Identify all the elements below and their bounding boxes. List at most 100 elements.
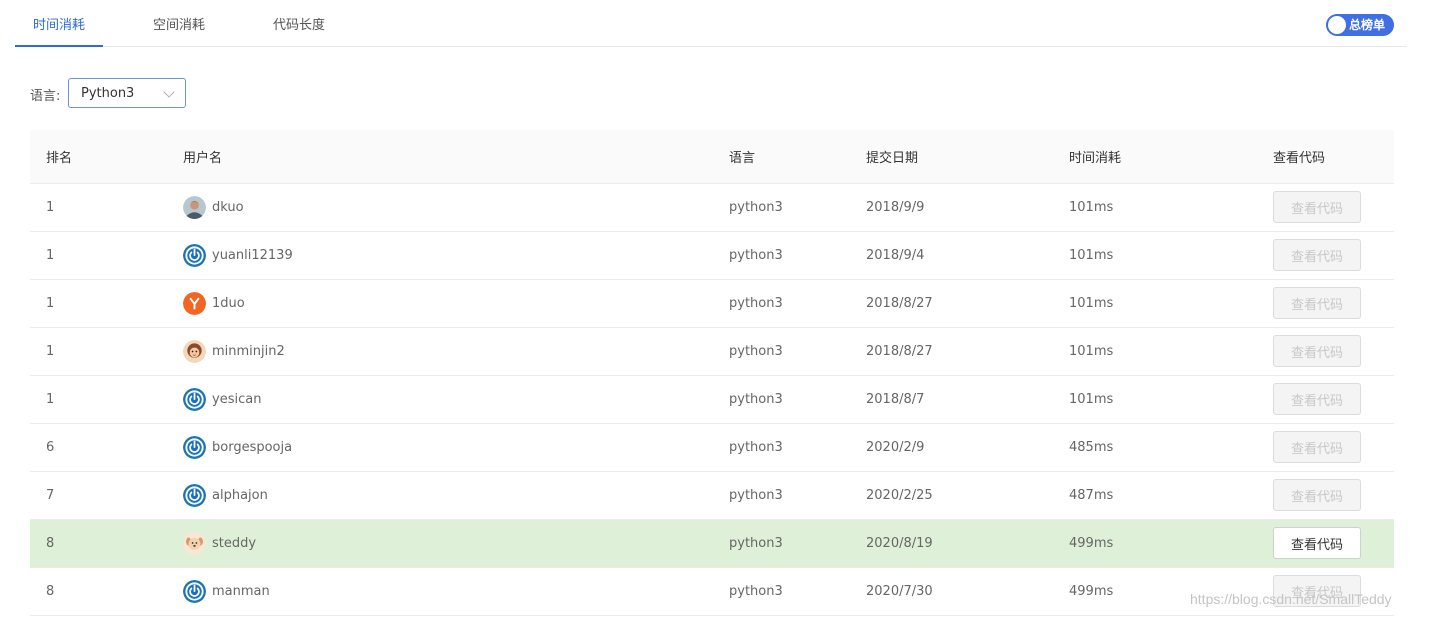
user-info: dkuo bbox=[183, 195, 713, 219]
username-cell: dkuo bbox=[167, 183, 713, 232]
header-view-code: 查看代码 bbox=[1257, 130, 1394, 184]
action-cell: 查看代码 bbox=[1257, 519, 1394, 568]
username-cell: yesican bbox=[167, 375, 713, 424]
view-code-button[interactable]: 查看代码 bbox=[1273, 527, 1361, 559]
username-cell: 1duo bbox=[167, 279, 713, 328]
avatar bbox=[183, 579, 206, 603]
date-cell: 2018/8/7 bbox=[850, 375, 1053, 424]
date-cell: 2020/7/30 bbox=[850, 567, 1053, 616]
language-cell: python3 bbox=[713, 471, 850, 520]
language-cell: python3 bbox=[713, 231, 850, 280]
username-cell: manman bbox=[167, 567, 713, 616]
view-code-button[interactable]: 查看代码 bbox=[1273, 575, 1361, 607]
tab-code-length[interactable]: 代码长度 bbox=[257, 0, 341, 46]
user-info: yesican bbox=[183, 387, 713, 411]
language-filter-label: 语言: bbox=[30, 89, 61, 104]
header-time-cost: 时间消耗 bbox=[1053, 130, 1257, 184]
ranking-table: 排名 用户名 语言 提交日期 时间消耗 查看代码 1 dkuo python3 201… bbox=[30, 130, 1394, 616]
view-code-button[interactable]: 查看代码 bbox=[1273, 335, 1361, 367]
avatar bbox=[183, 195, 206, 219]
view-code-button[interactable]: 查看代码 bbox=[1273, 479, 1361, 511]
action-cell: 查看代码 bbox=[1257, 231, 1394, 280]
table-row: 1 minminjin2 python3 2018/8/27 101ms 查看代码 bbox=[30, 327, 1394, 376]
table-row: 1 yuanli12139 python3 2018/9/4 101ms 查看代码 bbox=[30, 231, 1394, 280]
time-cell: 101ms bbox=[1053, 327, 1257, 376]
rank-cell: 7 bbox=[30, 471, 167, 520]
time-cell: 101ms bbox=[1053, 183, 1257, 232]
action-cell: 查看代码 bbox=[1257, 375, 1394, 424]
language-cell: python3 bbox=[713, 375, 850, 424]
avatar bbox=[183, 531, 206, 555]
header-username: 用户名 bbox=[167, 130, 713, 184]
view-code-button[interactable]: 查看代码 bbox=[1273, 191, 1361, 223]
view-code-button[interactable]: 查看代码 bbox=[1273, 287, 1361, 319]
view-code-button[interactable]: 查看代码 bbox=[1273, 431, 1361, 463]
user-info: borgespooja bbox=[183, 435, 713, 459]
username[interactable]: dkuo bbox=[212, 200, 244, 215]
tab-space[interactable]: 空间消耗 bbox=[137, 0, 221, 46]
avatar bbox=[183, 387, 206, 411]
username[interactable]: minminjin2 bbox=[212, 344, 285, 359]
date-cell: 2018/9/4 bbox=[850, 231, 1053, 280]
username[interactable]: alphajon bbox=[212, 488, 268, 503]
view-code-button[interactable]: 查看代码 bbox=[1273, 383, 1361, 415]
rank-cell: 6 bbox=[30, 423, 167, 472]
username[interactable]: yuanli12139 bbox=[212, 248, 293, 263]
table-row: 8 manman python3 2020/7/30 499ms 查看代码 bbox=[30, 567, 1394, 616]
username-cell: borgespooja bbox=[167, 423, 713, 472]
rank-cell: 1 bbox=[30, 183, 167, 232]
view-code-button[interactable]: 查看代码 bbox=[1273, 239, 1361, 271]
table-row: 1 yesican python3 2018/8/7 101ms 查看代码 bbox=[30, 375, 1394, 424]
avatar bbox=[183, 339, 206, 363]
header-rank: 排名 bbox=[30, 130, 167, 184]
date-cell: 2020/8/19 bbox=[850, 519, 1053, 568]
action-cell: 查看代码 bbox=[1257, 183, 1394, 232]
language-cell: python3 bbox=[713, 327, 850, 376]
action-cell: 查看代码 bbox=[1257, 567, 1394, 616]
avatar bbox=[183, 243, 206, 267]
rank-cell: 1 bbox=[30, 231, 167, 280]
table-row: 8 steddy python3 2020/8/19 499ms 查看代码 bbox=[30, 519, 1394, 568]
user-info: steddy bbox=[183, 531, 713, 555]
language-cell: python3 bbox=[713, 519, 850, 568]
username-cell: steddy bbox=[167, 519, 713, 568]
language-select[interactable]: Python3 bbox=[68, 78, 186, 108]
username[interactable]: steddy bbox=[212, 536, 256, 551]
table-row: 1 1duo python3 2018/8/27 101ms 查看代码 bbox=[30, 279, 1394, 328]
rank-cell: 1 bbox=[30, 279, 167, 328]
time-cell: 499ms bbox=[1053, 519, 1257, 568]
action-cell: 查看代码 bbox=[1257, 279, 1394, 328]
username-cell: minminjin2 bbox=[167, 327, 713, 376]
username[interactable]: borgespooja bbox=[212, 440, 292, 455]
avatar bbox=[183, 291, 206, 315]
time-cell: 101ms bbox=[1053, 279, 1257, 328]
action-cell: 查看代码 bbox=[1257, 327, 1394, 376]
rank-cell: 1 bbox=[30, 327, 167, 376]
language-cell: python3 bbox=[713, 183, 850, 232]
time-cell: 101ms bbox=[1053, 375, 1257, 424]
table-row: 6 borgespooja python3 2020/2/9 485ms 查看代码 bbox=[30, 423, 1394, 472]
rank-cell: 8 bbox=[30, 519, 167, 568]
tab-time[interactable]: 时间消耗 bbox=[15, 0, 103, 47]
rank-cell: 1 bbox=[30, 375, 167, 424]
username-cell: yuanli12139 bbox=[167, 231, 713, 280]
user-info: minminjin2 bbox=[183, 339, 713, 363]
table-row: 1 dkuo python3 2018/9/9 101ms 查看代码 bbox=[30, 183, 1394, 232]
user-info: 1duo bbox=[183, 291, 713, 315]
username[interactable]: 1duo bbox=[212, 296, 245, 311]
time-cell: 101ms bbox=[1053, 231, 1257, 280]
action-cell: 查看代码 bbox=[1257, 423, 1394, 472]
date-cell: 2020/2/9 bbox=[850, 423, 1053, 472]
username[interactable]: manman bbox=[212, 584, 270, 599]
overall-ranking-toggle[interactable]: 总榜单 bbox=[1326, 14, 1394, 36]
username[interactable]: yesican bbox=[212, 392, 261, 407]
username-cell: alphajon bbox=[167, 471, 713, 520]
language-cell: python3 bbox=[713, 567, 850, 616]
time-cell: 499ms bbox=[1053, 567, 1257, 616]
table-header-row: 排名 用户名 语言 提交日期 时间消耗 查看代码 bbox=[30, 130, 1394, 184]
date-cell: 2018/9/9 bbox=[850, 183, 1053, 232]
chevron-down-icon bbox=[163, 86, 175, 98]
rank-cell: 8 bbox=[30, 567, 167, 616]
action-cell: 查看代码 bbox=[1257, 471, 1394, 520]
user-info: alphajon bbox=[183, 483, 713, 507]
